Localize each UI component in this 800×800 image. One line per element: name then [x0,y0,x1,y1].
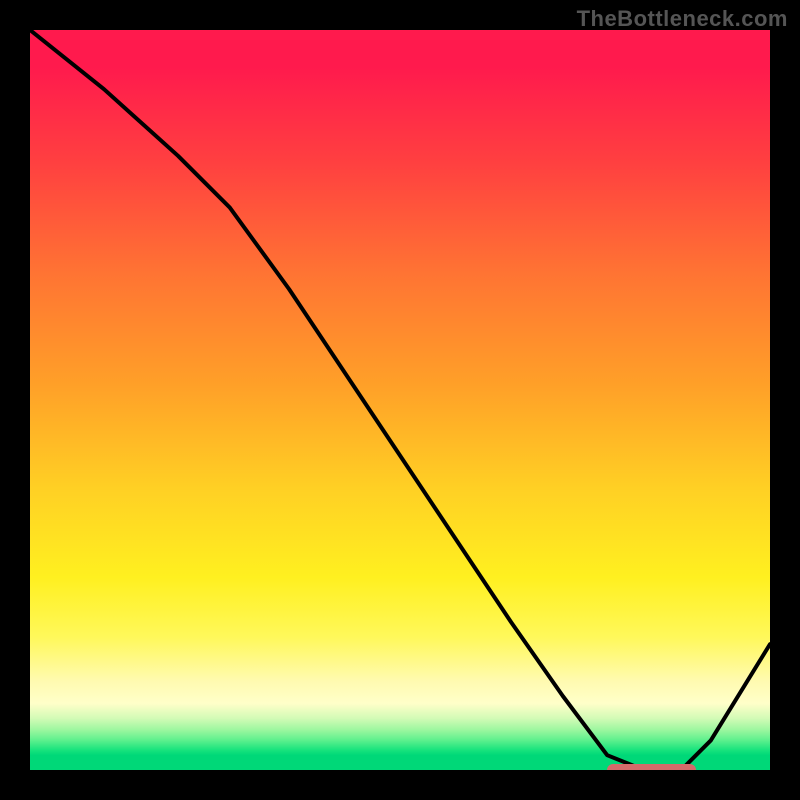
optimum-range-marker [607,764,696,770]
bottleneck-curve [30,30,770,770]
watermark-text: TheBottleneck.com [577,6,788,32]
plot-area [30,30,770,770]
chart-frame: TheBottleneck.com [0,0,800,800]
